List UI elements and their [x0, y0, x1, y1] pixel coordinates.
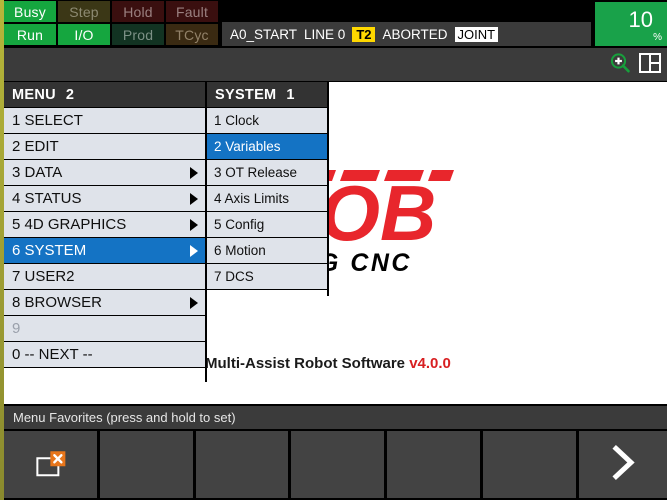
- zoom-in-icon[interactable]: [609, 52, 631, 79]
- speed-override-unit: %: [653, 32, 662, 43]
- submenu-item-axis-limits[interactable]: 4 Axis Limits: [207, 186, 327, 212]
- submenu-panel-title: SYSTEM: [215, 86, 277, 103]
- program-name: A0_START: [230, 26, 298, 42]
- submenu-item-label: 3 OT Release: [214, 165, 298, 180]
- menu-panel: MENU 2 1 SELECT 2 EDIT 3 DATA 4 STATUS 5…: [4, 82, 207, 382]
- menu-item-select[interactable]: 1 SELECT: [4, 108, 205, 134]
- status-bar: Busy Step Hold Fault Run I/O Prod TCyc A…: [4, 0, 667, 47]
- submenu-item-dcs[interactable]: 7 DCS: [207, 264, 327, 290]
- menu-item-status[interactable]: 4 STATUS: [4, 186, 205, 212]
- submenu-panel: SYSTEM 1 1 Clock 2 Variables 3 OT Releas…: [207, 82, 329, 296]
- toolbar-icon-group: [609, 52, 661, 79]
- menu-item-label: 6 SYSTEM: [12, 242, 87, 259]
- software-version-line: Multi-Assist Robot Software v4.0.0: [205, 355, 451, 372]
- main-content-area: JOB OTIZING CNC Multi-Assist Robot Softw…: [4, 82, 667, 404]
- speed-override-value: 10: [628, 7, 653, 32]
- status-indicator-busy: Busy: [4, 1, 56, 22]
- submenu-arrow-icon: [190, 166, 198, 179]
- menu-panel-index: 2: [65, 86, 75, 103]
- menu-item-label: 7 USER2: [12, 268, 75, 285]
- submenu-item-label: 4 Axis Limits: [214, 191, 290, 206]
- submenu-arrow-icon: [190, 244, 198, 257]
- submenu-item-ot-release[interactable]: 3 OT Release: [207, 160, 327, 186]
- menu-panel-header: MENU 2: [4, 82, 205, 108]
- status-indicator-prod: Prod: [112, 24, 164, 45]
- submenu-item-motion[interactable]: 6 Motion: [207, 238, 327, 264]
- submenu-item-label: 2 Variables: [214, 139, 281, 154]
- fav-slot-5[interactable]: [387, 431, 481, 498]
- status-indicator-io: I/O: [58, 24, 110, 45]
- menu-item-label: 0 -- NEXT --: [12, 346, 93, 363]
- menu-item-edit[interactable]: 2 EDIT: [4, 134, 205, 160]
- submenu-item-label: 1 Clock: [214, 113, 260, 128]
- menu-item-label: 9: [12, 320, 21, 337]
- window-layout-icon[interactable]: [639, 53, 661, 78]
- fav-slot-3[interactable]: [195, 431, 289, 498]
- toolbar: [4, 48, 667, 81]
- submenu-item-label: 7 DCS: [214, 269, 254, 284]
- submenu-item-clock[interactable]: 1 Clock: [207, 108, 327, 134]
- software-name: Multi-Assist Robot Software: [205, 355, 406, 372]
- menu-panel-title: MENU: [12, 86, 56, 103]
- menu-item-label: 3 DATA: [12, 164, 63, 181]
- menu-item-browser[interactable]: 8 BROWSER: [4, 290, 205, 316]
- close-window-icon: [35, 449, 69, 484]
- submenu-item-variables[interactable]: 2 Variables: [207, 134, 327, 160]
- fav-slot-6[interactable]: [483, 431, 576, 498]
- menu-item-user2[interactable]: 7 USER2: [4, 264, 205, 290]
- submenu-arrow-icon: [190, 296, 198, 309]
- submenu-item-config[interactable]: 5 Config: [207, 212, 327, 238]
- status-indicator-step: Step: [58, 1, 110, 22]
- teach-pendant-screen: Busy Step Hold Fault Run I/O Prod TCyc A…: [0, 0, 667, 500]
- menu-item-label: 8 BROWSER: [12, 294, 103, 311]
- speed-override-indicator[interactable]: 10 %: [595, 2, 667, 46]
- menu-item-label: 2 EDIT: [12, 138, 59, 155]
- status-indicator-grid: Busy Step Hold Fault Run I/O Prod TCyc: [4, 1, 218, 46]
- menu-item-empty-9: 9: [4, 316, 205, 342]
- submenu-arrow-icon: [190, 192, 198, 205]
- menu-favorites-label: Menu Favorites (press and hold to set): [4, 406, 667, 429]
- status-indicator-hold: Hold: [112, 1, 164, 22]
- submenu-item-label: 5 Config: [214, 217, 265, 232]
- close-window-button[interactable]: [4, 431, 97, 498]
- submenu-panel-header: SYSTEM 1: [207, 82, 327, 108]
- chevron-right-icon: [608, 442, 638, 487]
- fav-slot-4[interactable]: [291, 431, 385, 498]
- menu-item-label: 1 SELECT: [12, 112, 83, 129]
- mode-tag: T2: [352, 26, 376, 42]
- submenu-arrow-icon: [190, 218, 198, 231]
- status-indicator-run: Run: [4, 24, 56, 45]
- menu-item-4d-graphics[interactable]: 5 4D GRAPHICS: [4, 212, 205, 238]
- program-status-line: A0_START LINE 0 T2 ABORTED JOINT: [222, 22, 591, 46]
- menu-item-data[interactable]: 3 DATA: [4, 160, 205, 186]
- run-state: ABORTED: [382, 26, 448, 42]
- status-indicator-tcyc: TCyc: [166, 24, 218, 45]
- menu-item-label: 4 STATUS: [12, 190, 82, 207]
- menu-favorites-bar: [4, 431, 667, 498]
- submenu-item-label: 6 Motion: [214, 243, 266, 258]
- menu-item-next[interactable]: 0 -- NEXT --: [4, 342, 205, 368]
- status-indicator-fault: Fault: [166, 1, 218, 22]
- menu-item-label: 5 4D GRAPHICS: [12, 216, 127, 233]
- coord-frame-tag: JOINT: [454, 26, 499, 42]
- program-line-number: LINE 0: [304, 26, 346, 42]
- menu-item-system[interactable]: 6 SYSTEM: [4, 238, 205, 264]
- next-page-button[interactable]: [578, 431, 667, 498]
- fav-slot-2[interactable]: [99, 431, 193, 498]
- software-version: v4.0.0: [409, 355, 451, 372]
- submenu-panel-index: 1: [286, 86, 295, 103]
